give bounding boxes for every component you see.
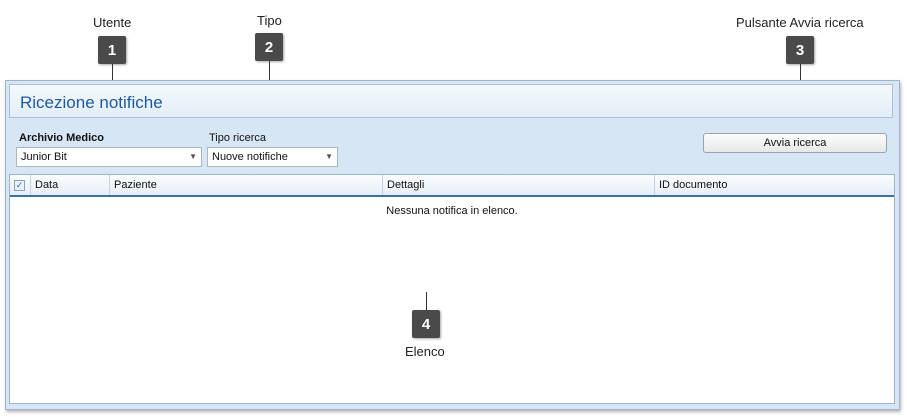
archivio-value: Junior Bit [21, 151, 67, 163]
avvia-ricerca-button[interactable]: Avvia ricerca [703, 133, 887, 153]
callout-label-elenco: Elenco [405, 344, 445, 359]
column-header-data[interactable]: Data [31, 175, 110, 195]
callout-badge-3: 3 [786, 36, 814, 64]
grid-header: ✓ Data Paziente Dettagli ID documento [10, 175, 894, 197]
tipo-ricerca-select[interactable]: Nuove notifiche ▼ [207, 147, 338, 167]
callout-badge-2: 2 [255, 33, 283, 61]
notifications-window: Ricezione notifiche Archivio Medico Juni… [5, 80, 900, 410]
empty-list-message: Nessuna notifica in elenco. [386, 205, 518, 217]
callout-label-utente: Utente [93, 15, 132, 30]
checkbox-icon[interactable]: ✓ [14, 180, 25, 191]
notifications-grid: ✓ Data Paziente Dettagli ID documento Ne… [9, 174, 895, 404]
column-header-paziente[interactable]: Paziente [110, 175, 383, 195]
archivio-select[interactable]: Junior Bit ▼ [16, 147, 202, 167]
chevron-down-icon: ▼ [189, 152, 197, 161]
tipo-ricerca-value: Nuove notifiche [212, 151, 288, 163]
select-all-column[interactable]: ✓ [10, 175, 31, 195]
chevron-down-icon: ▼ [325, 152, 333, 161]
callout-label-tipo: Tipo [257, 13, 282, 28]
callout-badge-4: 4 [412, 310, 440, 338]
archivio-label: Archivio Medico [19, 132, 104, 144]
title-bar: Ricezione notifiche [9, 84, 893, 118]
column-header-dettagli[interactable]: Dettagli [383, 175, 655, 195]
callout-badge-1: 1 [98, 36, 126, 64]
window-title: Ricezione notifiche [20, 93, 163, 112]
callout-label-avvia: Pulsante Avvia ricerca [736, 15, 864, 30]
tipo-ricerca-label: Tipo ricerca [209, 132, 267, 144]
callout-line-4 [426, 292, 427, 310]
column-header-id-documento[interactable]: ID documento [655, 175, 894, 195]
